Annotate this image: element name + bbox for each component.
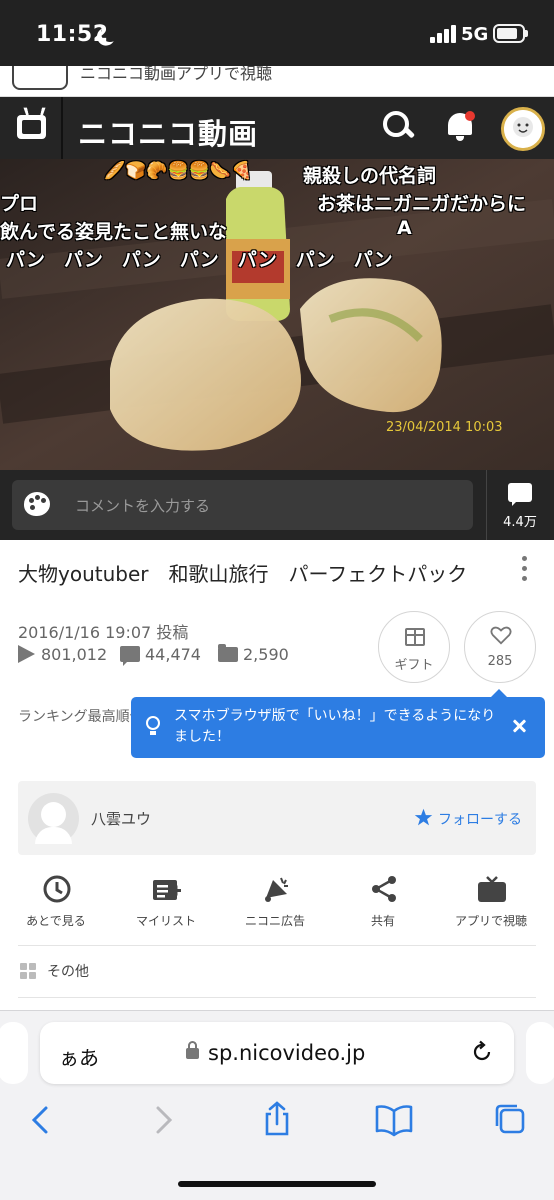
- grid-icon: [20, 963, 36, 979]
- video-timestamp: 23/04/2014 10:03: [386, 420, 503, 435]
- action-label: ニコニ広告: [244, 914, 305, 928]
- signal-icon: [430, 25, 456, 43]
- video-title: 大物youtuber 和歌山旅行 パーフェクトパック: [18, 562, 468, 586]
- share-button[interactable]: 共有: [333, 866, 433, 946]
- megaphone-icon: [265, 877, 288, 902]
- ranking-text: ランキング最高順位: [18, 709, 144, 725]
- next-tab-preview[interactable]: [526, 1022, 554, 1084]
- lightbulb-icon: [146, 716, 160, 735]
- forward-icon[interactable]: [142, 1100, 182, 1140]
- play-count-icon: [18, 645, 35, 663]
- search-icon[interactable]: [383, 111, 413, 141]
- clock-icon: [43, 875, 71, 903]
- notification-dot: [465, 111, 475, 121]
- mylist-add-icon: [153, 880, 181, 900]
- site-header: ニコニコ動画: [0, 97, 554, 159]
- lock-icon: [186, 1041, 199, 1059]
- gift-button[interactable]: ギフト: [378, 611, 450, 683]
- video-comment: お茶はニガニガだからに: [317, 193, 527, 215]
- status-time: 11:52: [36, 22, 109, 47]
- more-menu-icon[interactable]: [521, 556, 529, 582]
- open-app-button[interactable]: アプリで視聴: [441, 866, 541, 946]
- posted-date: 2016/1/16 19:07 投稿: [18, 623, 189, 642]
- previous-tab-preview[interactable]: [0, 1022, 28, 1084]
- emoji-comment: 🥖🍞🥐🍔🍔🌭🍕: [104, 161, 253, 181]
- share-icon: [372, 876, 396, 902]
- home-indicator: [178, 1181, 376, 1187]
- reload-icon[interactable]: [470, 1040, 494, 1064]
- comment-count[interactable]: 4.4万: [486, 511, 554, 530]
- watch-later-button[interactable]: あとで見る: [6, 866, 106, 946]
- user-avatar[interactable]: [501, 107, 545, 151]
- app-banner-text: ニコニコ動画アプリで視聴: [80, 66, 273, 83]
- comment-input-placeholder: コメントを入力する: [75, 497, 211, 515]
- owner-avatar[interactable]: [28, 793, 79, 844]
- nicoad-button[interactable]: ニコニ広告: [225, 866, 325, 946]
- divider: [18, 945, 536, 946]
- gift-label: ギフト: [394, 658, 434, 673]
- gift-icon: [405, 628, 425, 646]
- action-bar: あとで見る マイリスト ニコニ広告 共有 アプリで視聴: [0, 866, 554, 946]
- close-icon[interactable]: [511, 718, 527, 734]
- action-label: マイリスト: [135, 914, 196, 928]
- tv-icon: [478, 876, 506, 902]
- divider: [18, 997, 536, 998]
- back-icon[interactable]: [22, 1100, 62, 1140]
- follow-button[interactable]: フォローする: [438, 809, 522, 829]
- app-banner[interactable]: ニコニコ動画アプリで視聴: [0, 66, 554, 97]
- notification-bell-icon[interactable]: [445, 111, 475, 143]
- bookmarks-icon[interactable]: [374, 1100, 414, 1140]
- mylist-count: 2,590: [243, 645, 289, 664]
- like-button[interactable]: 285: [464, 611, 536, 683]
- video-comment: 飲んでる姿見たこと無いな: [0, 221, 228, 243]
- mylist-button[interactable]: マイリスト: [116, 866, 216, 946]
- tabs-icon[interactable]: [491, 1100, 531, 1140]
- status-bar: 11:52 5G: [0, 0, 554, 66]
- action-label: 共有: [370, 914, 395, 928]
- page-settings-button[interactable]: ぁあ: [59, 1042, 99, 1071]
- other-button[interactable]: その他: [47, 961, 89, 981]
- video-comment: 親殺しの代名詞: [303, 165, 437, 187]
- video-comment: パン パン パン パン パン パン パン: [6, 249, 393, 271]
- battery-icon: [493, 24, 528, 43]
- app-banner-icon: [12, 66, 68, 90]
- menu-tv-icon[interactable]: [17, 115, 46, 139]
- video-player[interactable]: 🥖🍞🥐🍔🍔🌭🍕 親殺しの代名詞 プロ お茶はニガニガだからに 飲んでる姿見たこと…: [0, 159, 554, 470]
- action-label: アプリで視聴: [454, 914, 527, 928]
- header-divider: [61, 97, 63, 159]
- url-text[interactable]: sp.nicovideo.jp: [208, 1041, 365, 1065]
- view-count: 801,012: [41, 645, 108, 664]
- tooltip-text: スマホブラウザ版で「いいね！」できるようになりました！: [174, 708, 496, 745]
- comment-count-icon: [120, 646, 140, 666]
- site-logo[interactable]: ニコニコ動画: [78, 111, 258, 153]
- comment-total: 44,474: [145, 645, 201, 664]
- video-comment: A: [397, 217, 412, 239]
- video-comment: プロ: [0, 193, 39, 215]
- comment-list-icon[interactable]: [508, 483, 532, 506]
- star-icon[interactable]: [414, 808, 433, 827]
- owner-name[interactable]: 八雲ユウ: [91, 808, 151, 829]
- share-sheet-icon[interactable]: [257, 1100, 297, 1140]
- network-label: 5G: [461, 24, 489, 45]
- action-label: あとで見る: [26, 914, 86, 928]
- mylist-count-icon: [218, 644, 238, 662]
- heart-icon: [490, 626, 512, 645]
- palette-icon[interactable]: [24, 492, 50, 516]
- like-count: 285: [487, 654, 513, 669]
